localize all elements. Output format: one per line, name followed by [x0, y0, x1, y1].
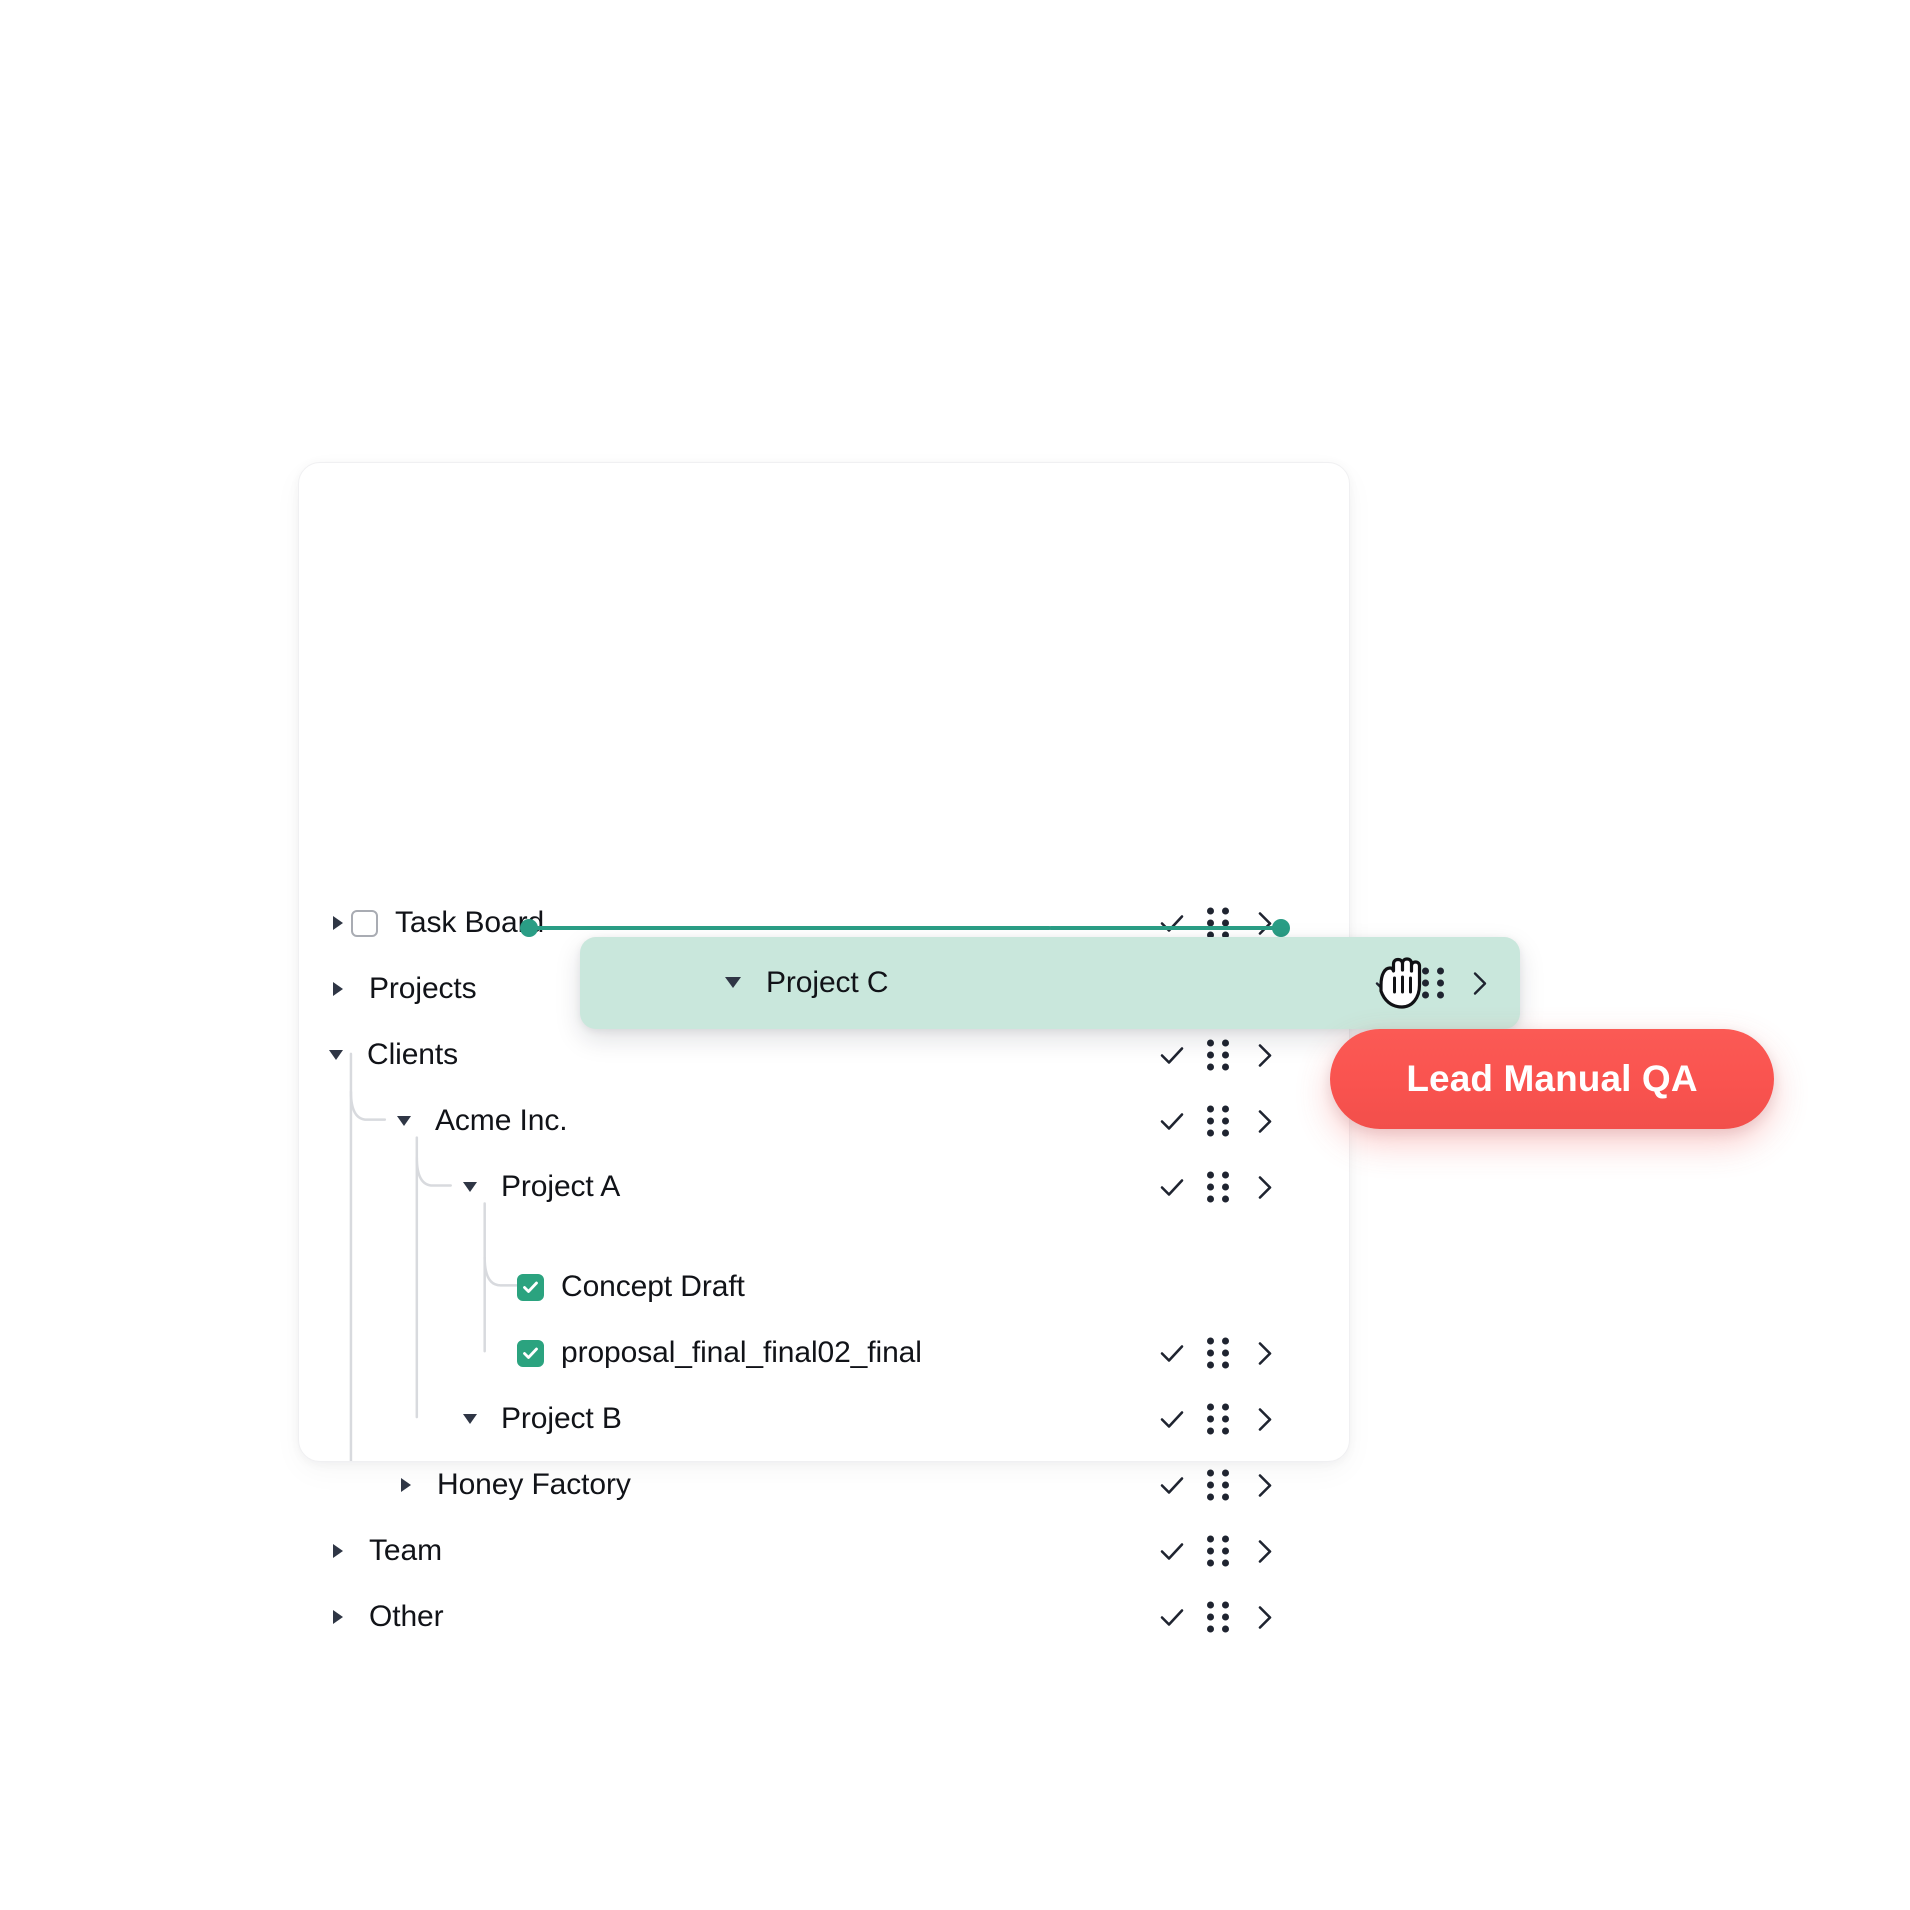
tree-row-other[interactable]: Other [299, 1589, 1349, 1645]
chevron-right-icon[interactable] [1249, 1536, 1279, 1566]
row-actions [1157, 1171, 1279, 1203]
row-actions [1157, 1105, 1279, 1137]
chevron-right-icon[interactable] [1464, 968, 1494, 998]
twisty-collapsed-icon[interactable] [325, 976, 351, 1002]
twisty-collapsed-icon[interactable] [325, 1538, 351, 1564]
drag-handle-dots-icon[interactable] [1207, 1337, 1229, 1369]
tree-row-project-a[interactable]: Project A [299, 1159, 1349, 1215]
tree-row-hidden-child[interactable]: Concept Draft [299, 1259, 1349, 1315]
drag-handle-dots-icon[interactable] [1207, 1535, 1229, 1567]
tree-row-label: Other [369, 1600, 444, 1633]
check-icon[interactable] [1157, 1470, 1187, 1500]
chevron-right-icon[interactable] [1249, 1172, 1279, 1202]
check-icon[interactable] [1157, 1172, 1187, 1202]
dragged-item-actions [1372, 967, 1494, 999]
dragged-item-label: Project C [766, 966, 889, 999]
check-icon[interactable] [1157, 1106, 1187, 1136]
check-icon[interactable] [1157, 1338, 1187, 1368]
drag-handle-dots-icon[interactable] [1207, 1171, 1229, 1203]
row-actions [1157, 1469, 1279, 1501]
tree-row-label: Concept Draft [561, 1270, 745, 1303]
tree-row-team[interactable]: Team [299, 1523, 1349, 1579]
check-icon[interactable] [1372, 968, 1402, 998]
drag-handle-dots-icon[interactable] [1207, 1601, 1229, 1633]
dragged-item-card[interactable]: Project C [580, 937, 1520, 1029]
row-actions [1157, 1601, 1279, 1633]
lead-manual-qa-badge[interactable]: Lead Manual QA [1330, 1029, 1774, 1129]
dragged-item-main: Project C [720, 966, 889, 999]
check-icon[interactable] [1157, 1536, 1187, 1566]
chevron-right-icon[interactable] [1249, 1404, 1279, 1434]
tree-row-acme-inc[interactable]: Acme Inc. [299, 1093, 1349, 1149]
row-actions [1157, 1535, 1279, 1567]
tree-row-label: Project A [501, 1170, 621, 1203]
badge-label: Lead Manual QA [1406, 1058, 1698, 1099]
tree-row-honey-factory[interactable]: Honey Factory [299, 1457, 1349, 1513]
tree-row-label: Acme Inc. [435, 1104, 568, 1137]
check-icon[interactable] [1157, 1404, 1187, 1434]
drag-handle-dots-icon[interactable] [1207, 1469, 1229, 1501]
chevron-right-icon[interactable] [1249, 908, 1279, 938]
drag-handle-dots-icon[interactable] [1422, 967, 1444, 999]
row-actions [1157, 1039, 1279, 1071]
chevron-right-icon[interactable] [1249, 1338, 1279, 1368]
twisty-expanded-icon[interactable] [457, 1174, 483, 1200]
tree-row-label: Team [369, 1534, 442, 1567]
row-actions [1157, 1337, 1279, 1369]
chevron-right-icon[interactable] [1249, 1470, 1279, 1500]
row-actions [1157, 907, 1279, 939]
tree-row-project-b[interactable]: Project B [299, 1391, 1349, 1447]
twisty-collapsed-icon[interactable] [325, 1604, 351, 1630]
tree-row-label: Projects [369, 972, 477, 1005]
chevron-right-icon[interactable] [1249, 1602, 1279, 1632]
tree-row-label: Project B [501, 1402, 622, 1435]
checkbox-proposal-final[interactable] [517, 1339, 544, 1367]
checkbox-hidden-child[interactable] [517, 1273, 544, 1301]
twisty-expanded-icon[interactable] [720, 970, 746, 996]
drag-handle-dots-icon[interactable] [1207, 907, 1229, 939]
check-icon[interactable] [1157, 1602, 1187, 1632]
tree-row-label: Task Board [395, 906, 545, 939]
drag-handle-dots-icon[interactable] [1207, 1039, 1229, 1071]
twisty-expanded-icon[interactable] [391, 1108, 417, 1134]
drag-handle-dots-icon[interactable] [1207, 1403, 1229, 1435]
chevron-right-icon[interactable] [1249, 1040, 1279, 1070]
tree-row-label: proposal_final_final02_final [561, 1336, 922, 1369]
tree-row-clients[interactable]: Clients [299, 1027, 1349, 1083]
check-icon[interactable] [1157, 1040, 1187, 1070]
screen-root: Task Board Projects Clients Acme Inc. Pr… [0, 0, 1910, 1910]
chevron-right-icon[interactable] [1249, 1106, 1279, 1136]
twisty-expanded-icon[interactable] [323, 1042, 349, 1068]
checkbox-task-board[interactable] [351, 909, 378, 937]
drag-handle-dots-icon[interactable] [1207, 1105, 1229, 1137]
tree-row-proposal-final[interactable]: proposal_final_final02_final [299, 1325, 1349, 1381]
tree-row-label: Honey Factory [437, 1468, 631, 1501]
twisty-collapsed-icon[interactable] [325, 910, 351, 936]
twisty-collapsed-icon[interactable] [393, 1472, 419, 1498]
tree-row-label: Clients [367, 1038, 458, 1071]
twisty-expanded-icon[interactable] [457, 1406, 483, 1432]
row-actions [1157, 1403, 1279, 1435]
check-icon[interactable] [1157, 908, 1187, 938]
